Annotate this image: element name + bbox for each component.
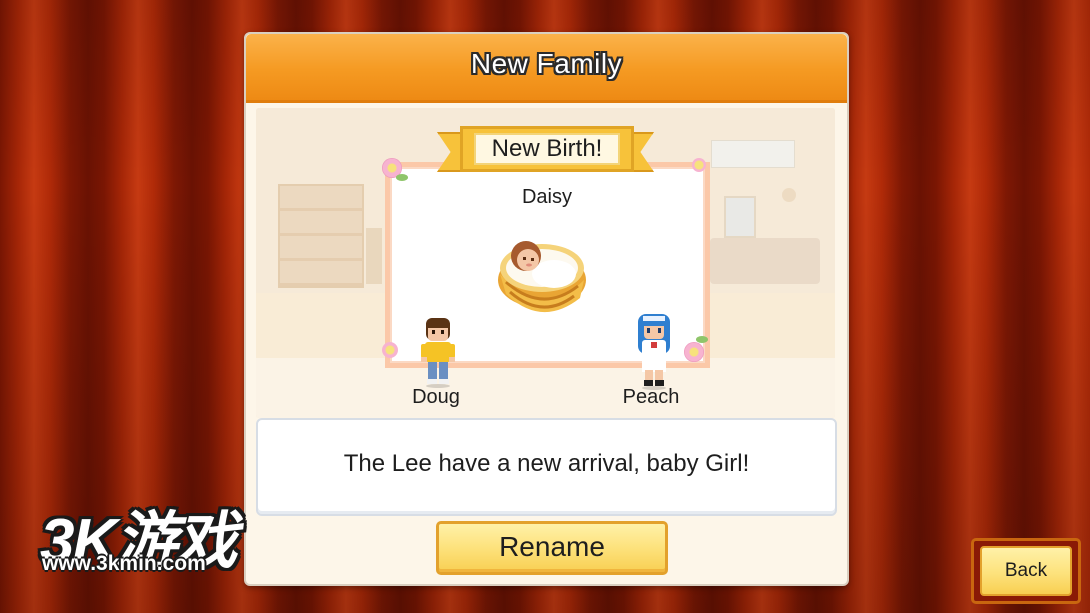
peach-character-icon: [638, 314, 670, 390]
father-name: Doug: [412, 386, 460, 408]
mother-name: Peach: [622, 386, 680, 408]
rename-button[interactable]: Rename: [436, 521, 668, 575]
message-box: The Lee have a new arrival, baby Girl!: [256, 418, 837, 516]
new-family-dialog: New Family New Birth! Daisy Doug Peach T…: [244, 32, 849, 586]
leaf-icon: [396, 174, 408, 181]
leaf-icon: [696, 336, 708, 343]
sofa: [710, 238, 820, 284]
back-button-frame: Back: [971, 538, 1081, 604]
baby-name: Daisy: [521, 186, 572, 208]
back-button[interactable]: Back: [980, 546, 1072, 596]
message-text: The Lee have a new arrival, baby Girl!: [343, 450, 750, 477]
air-conditioner: [711, 140, 795, 168]
cabinet: [366, 228, 382, 284]
watermark: 3K游戏 www.3kmin.com: [40, 490, 300, 580]
banner-label: New Birth!: [474, 133, 620, 165]
dialog-title: New Family: [470, 48, 623, 79]
bookshelf: [278, 184, 364, 288]
watermark-url: www.3kmin.com: [42, 552, 206, 575]
wall-clock: [782, 188, 796, 202]
flower-icon: [684, 342, 704, 362]
window: [724, 196, 756, 238]
dialog-header: New Family: [246, 34, 847, 103]
doug-character-icon: [421, 318, 455, 388]
baby-basket-icon: [498, 241, 586, 313]
new-birth-banner: New Birth!: [460, 126, 634, 172]
flower-icon: [382, 342, 398, 358]
flower-icon: [692, 158, 706, 172]
